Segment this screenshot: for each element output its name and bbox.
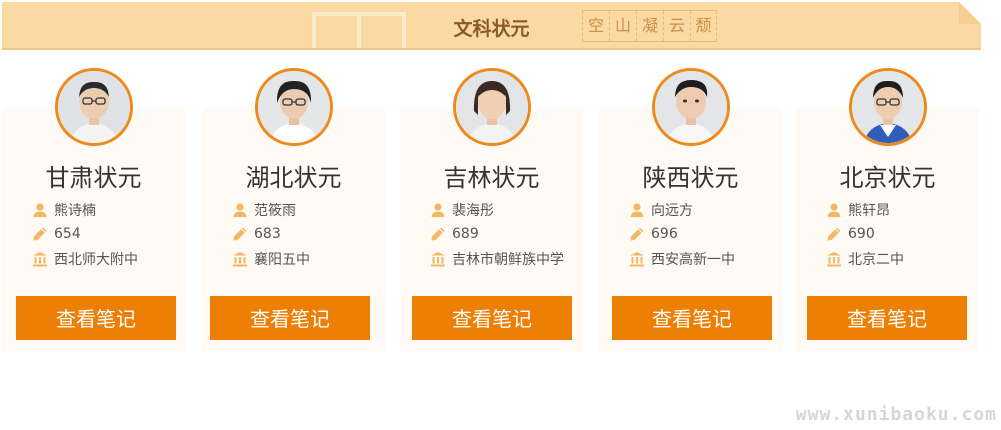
- scholar-card-hubei: 湖北状元 范筱雨 683 襄阳五中 查看笔记: [202, 68, 385, 352]
- school-row: 西安高新一中: [629, 249, 735, 269]
- school-row: 北京二中: [826, 249, 904, 269]
- pencil-icon: [827, 227, 841, 241]
- view-notes-button[interactable]: 查看笔记: [210, 296, 370, 340]
- student-name: 裴海彤: [452, 203, 494, 219]
- card-title: 湖北状元: [245, 164, 342, 192]
- pencil-icon: [630, 227, 644, 241]
- school-name: 西北师大附中: [54, 252, 138, 268]
- scholar-card-beijing: 北京状元 熊轩昂 690 北京二中 查看笔记: [796, 68, 979, 352]
- avatar[interactable]: [651, 68, 730, 146]
- deco-char: 凝: [636, 11, 663, 41]
- avatar[interactable]: [452, 68, 531, 146]
- section-banner: 文科状元 空 山 凝 云 颓: [2, 2, 981, 50]
- avatar[interactable]: [848, 68, 927, 146]
- scholar-card-shaanxi: 陕西状元 向远方 696 西安高新一中 查看笔记: [599, 68, 782, 352]
- student-name-row: 范筱雨: [232, 200, 296, 220]
- school-row: 吉林市朝鲜族中学: [430, 249, 564, 269]
- student-name-row: 向远方: [629, 200, 693, 220]
- person-icon: [827, 203, 841, 217]
- card-title: 吉林状元: [443, 164, 540, 192]
- score-row: 683: [232, 224, 281, 244]
- pencil-icon: [233, 227, 247, 241]
- student-name: 熊轩昂: [848, 203, 890, 219]
- person-icon: [630, 203, 644, 217]
- score-row: 654: [32, 224, 81, 244]
- deco-char: 空: [582, 11, 609, 41]
- score-row: 696: [629, 224, 678, 244]
- view-notes-button[interactable]: 查看笔记: [16, 296, 176, 340]
- school-name: 襄阳五中: [254, 252, 310, 268]
- school-building-icon: [233, 252, 247, 267]
- score: 689: [452, 226, 479, 242]
- pencil-icon: [33, 227, 47, 241]
- school-name: 吉林市朝鲜族中学: [452, 252, 564, 268]
- student-name: 范筱雨: [254, 203, 296, 219]
- student-name-row: 熊轩昂: [826, 200, 890, 220]
- school-building-icon: [630, 252, 644, 267]
- scholar-card-jilin: 吉林状元 裴海彤 689 吉林市朝鲜族中学 查看笔记: [400, 68, 583, 352]
- deco-char: 山: [609, 11, 636, 41]
- student-name: 熊诗楠: [54, 203, 96, 219]
- view-notes-button[interactable]: 查看笔记: [412, 296, 572, 340]
- person-icon: [431, 203, 445, 217]
- school-row: 西北师大附中: [32, 249, 138, 269]
- person-icon: [233, 203, 247, 217]
- score: 654: [54, 226, 81, 242]
- view-notes-button[interactable]: 查看笔记: [807, 296, 967, 340]
- scholar-card-gansu: 甘肃状元 熊诗楠 654 西北师大附中 查看笔记: [2, 68, 185, 352]
- student-name: 向远方: [651, 203, 693, 219]
- school-name: 西安高新一中: [651, 252, 735, 268]
- score: 696: [651, 226, 678, 242]
- card-title: 甘肃状元: [45, 164, 142, 192]
- school-building-icon: [33, 252, 47, 267]
- deco-char: 云: [663, 11, 690, 41]
- score: 690: [848, 226, 875, 242]
- pencil-icon: [431, 227, 445, 241]
- school-name: 北京二中: [848, 252, 904, 268]
- person-icon: [33, 203, 47, 217]
- deco-char: 颓: [690, 11, 717, 41]
- school-row: 襄阳五中: [232, 249, 310, 269]
- student-name-row: 熊诗楠: [32, 200, 96, 220]
- banner-page-fold: [959, 2, 981, 24]
- section-title: 文科状元: [453, 18, 530, 40]
- view-notes-button[interactable]: 查看笔记: [612, 296, 772, 340]
- score-row: 689: [430, 224, 479, 244]
- site-watermark: www.xunibaoku.com: [795, 404, 997, 425]
- school-building-icon: [431, 252, 445, 267]
- banner-calligraphy-decoration: 空 山 凝 云 颓: [582, 10, 717, 42]
- score-row: 690: [826, 224, 875, 244]
- card-title: 陕西状元: [642, 164, 739, 192]
- avatar[interactable]: [254, 68, 333, 146]
- avatar[interactable]: [54, 68, 133, 146]
- school-building-icon: [827, 252, 841, 267]
- student-name-row: 裴海彤: [430, 200, 494, 220]
- score: 683: [254, 226, 281, 242]
- card-title: 北京状元: [839, 164, 936, 192]
